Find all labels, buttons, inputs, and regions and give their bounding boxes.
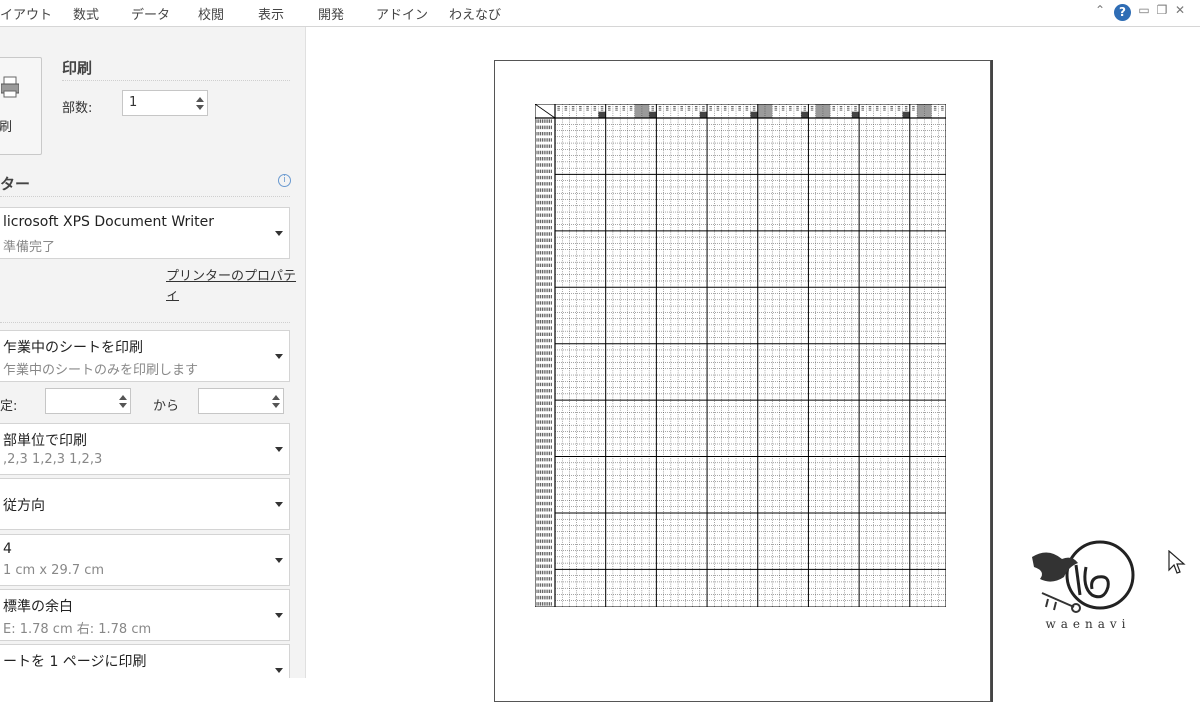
tab-add-ins[interactable]: アドイン	[376, 4, 428, 23]
spin-up-icon[interactable]	[272, 395, 280, 400]
tab-developer[interactable]: 開発	[318, 4, 344, 23]
margins-dropdown[interactable]: 標準の余白 E: 1.78 cm 右: 1.78 cm	[0, 589, 290, 641]
copies-value: 1	[129, 95, 138, 110]
tab-view[interactable]: 表示	[258, 4, 284, 23]
collate-dropdown[interactable]: 部単位で印刷 ,2,3 1,2,3 1,2,3	[0, 423, 290, 475]
spin-up-icon[interactable]	[119, 395, 127, 400]
chevron-down-icon	[275, 231, 283, 236]
print-section-title: 印刷	[62, 59, 93, 77]
orientation-dropdown[interactable]: 従方向	[0, 478, 290, 530]
logo-text: waenavi	[1045, 617, 1131, 631]
paper-size-main: 4	[3, 541, 12, 557]
sheet-grid-drawing	[535, 104, 946, 607]
copies-stepper[interactable]: 1	[122, 90, 208, 116]
help-icon[interactable]: ?	[1114, 4, 1131, 21]
spin-up-icon[interactable]	[196, 97, 204, 102]
chevron-down-icon	[275, 354, 283, 359]
tab-formulas[interactable]: 数式	[73, 4, 99, 23]
copies-label: 部数:	[62, 101, 93, 116]
preview-sheet-grid	[535, 104, 946, 607]
chevron-down-icon	[275, 502, 283, 507]
chevron-down-icon	[275, 447, 283, 452]
restore-icon[interactable]: ❐	[1154, 3, 1170, 17]
margins-main: 標準の余白	[3, 599, 73, 615]
paper-size-dropdown[interactable]: 4 1 cm x 29.7 cm	[0, 534, 290, 586]
close-icon[interactable]: ✕	[1172, 3, 1188, 17]
divider	[0, 196, 290, 197]
tab-page-layout[interactable]: イアウト	[0, 4, 52, 23]
spin-down-icon[interactable]	[272, 403, 280, 408]
paper-size-sub: 1 cm x 29.7 cm	[3, 563, 105, 578]
orientation-main: 従方向	[3, 498, 45, 514]
printer-properties-link[interactable]: プリンターのプロパティ	[166, 265, 305, 303]
spin-down-icon[interactable]	[119, 403, 127, 408]
collapse-ribbon-icon[interactable]: ⌃	[1092, 3, 1108, 17]
print-settings-panel: 刷 印刷 部数: 1 ター i licrosoft XPS Document W…	[0, 27, 306, 678]
info-icon[interactable]: i	[278, 174, 291, 187]
printer-section-title: ター	[0, 175, 31, 193]
chevron-down-icon	[275, 668, 283, 673]
spin-down-icon[interactable]	[196, 105, 204, 110]
print-scope-dropdown[interactable]: 乍業中のシートを印刷 乍業中のシートのみを印刷します	[0, 330, 290, 382]
pages-to-label: から	[153, 399, 180, 414]
divider	[0, 322, 290, 323]
pages-label: 定:	[0, 399, 18, 414]
collate-main: 部単位で印刷	[3, 433, 87, 449]
chevron-down-icon	[275, 613, 283, 618]
scaling-main: ートを 1 ページに印刷	[3, 654, 147, 670]
minimize-icon[interactable]: ▭	[1136, 3, 1152, 17]
printer-icon	[1, 76, 19, 98]
printer-dropdown[interactable]: licrosoft XPS Document Writer 準備完了	[0, 207, 290, 259]
pages-to-stepper[interactable]	[198, 388, 284, 414]
printer-status: 準備完了	[3, 240, 56, 255]
scaling-dropdown[interactable]: ートを 1 ページに印刷	[0, 644, 290, 678]
mouse-cursor-icon	[1168, 550, 1186, 574]
tab-review[interactable]: 校閲	[198, 4, 224, 23]
window-controls: ⌃ ? ▭ ❐ ✕	[1092, 3, 1192, 23]
print-scope-main: 乍業中のシートを印刷	[3, 340, 143, 356]
print-button[interactable]: 刷	[0, 57, 42, 155]
preview-scroll-strip[interactable]	[1166, 27, 1200, 678]
print-button-label: 刷	[0, 120, 13, 135]
tab-data[interactable]: データ	[131, 4, 170, 23]
chevron-down-icon	[275, 558, 283, 563]
margins-sub: E: 1.78 cm 右: 1.78 cm	[3, 622, 152, 637]
print-scope-sub: 乍業中のシートのみを印刷します	[3, 363, 199, 378]
collate-sub: ,2,3 1,2,3 1,2,3	[3, 452, 103, 467]
tab-waenavi[interactable]: わえなび	[449, 4, 501, 23]
pages-from-stepper[interactable]	[45, 388, 131, 414]
ribbon-tab-bar: イアウト 数式 データ 校閲 表示 開発 アドイン わえなび ⌃ ? ▭ ❐ ✕	[0, 0, 1200, 27]
printer-name: licrosoft XPS Document Writer	[3, 214, 215, 230]
divider	[62, 80, 290, 81]
